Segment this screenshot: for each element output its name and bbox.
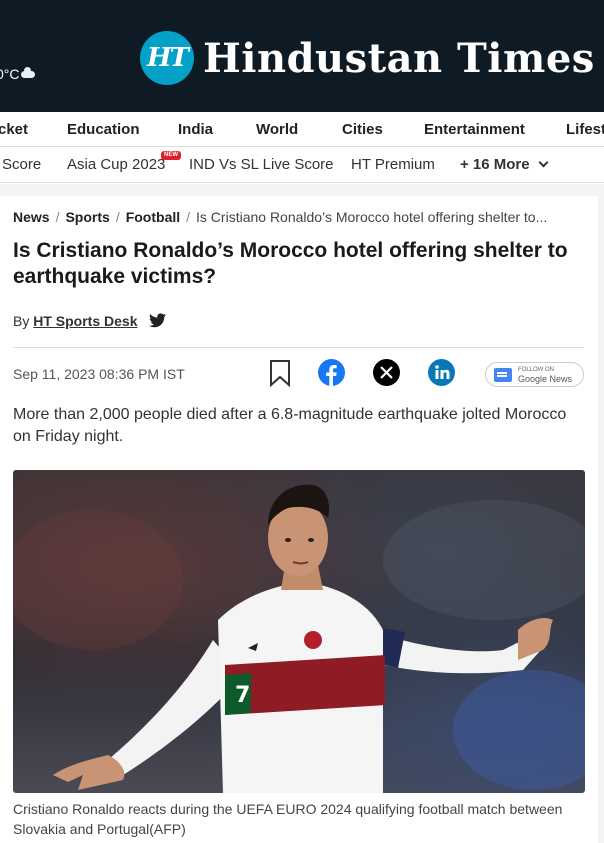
divider	[13, 347, 584, 348]
chevron-down-icon	[538, 157, 549, 168]
author-link[interactable]: HT Sports Desk	[33, 313, 137, 329]
player-illustration: 7	[13, 484, 585, 793]
site-header: 0°C HT Hindustan Times	[0, 0, 604, 112]
primary-nav: cket Education India World Cities Entert…	[0, 112, 604, 147]
new-badge: NEW	[161, 151, 181, 160]
publish-date: Sep 11, 2023 08:36 PM IST	[13, 366, 185, 382]
breadcrumb-separator: /	[115, 209, 120, 225]
nav-item-world[interactable]: World	[256, 121, 298, 138]
article-photo[interactable]: 7	[13, 470, 585, 793]
breadcrumb-separator: /	[55, 209, 60, 225]
linkedin-icon[interactable]	[428, 359, 455, 390]
twitter-icon[interactable]	[149, 313, 167, 331]
breadcrumb-news[interactable]: News	[13, 209, 50, 225]
article-summary: More than 2,000 people died after a 6.8-…	[13, 406, 567, 445]
nav-item-india[interactable]: India	[178, 121, 213, 138]
cloud-icon	[20, 67, 35, 78]
nav-item-live-score[interactable]: Score	[2, 156, 41, 173]
nav-item-cities[interactable]: Cities	[342, 121, 383, 138]
google-news-label: Google News	[518, 373, 573, 384]
breadcrumb-current: Is Cristiano Ronaldo’s Morocco hotel off…	[196, 209, 548, 225]
bookmark-icon[interactable]	[269, 359, 291, 391]
photo-caption: Cristiano Ronaldo reacts during the UEFA…	[13, 801, 563, 837]
nav-item-cricket[interactable]: cket	[0, 121, 28, 138]
breadcrumb-football[interactable]: Football	[126, 209, 180, 225]
nav-item-asia-cup[interactable]: Asia Cup 2023	[67, 156, 165, 173]
nav-item-entertainment[interactable]: Entertainment	[424, 121, 525, 138]
logo-mark: HT	[140, 31, 194, 85]
google-news-follow-button[interactable]: FOLLOW ON Google News	[485, 362, 584, 387]
secondary-nav: Score Asia Cup 2023 NEW IND Vs SL Live S…	[0, 147, 604, 183]
article-headline: Is Cristiano Ronaldo’s Morocco hotel off…	[13, 239, 568, 288]
nav-item-ind-vs-sl[interactable]: IND Vs SL Live Score	[189, 156, 334, 173]
site-logo[interactable]: HT Hindustan Times	[140, 31, 595, 85]
weather-temperature: 0°C	[0, 66, 20, 82]
breadcrumb-sports[interactable]: Sports	[65, 209, 109, 225]
nav-item-education[interactable]: Education	[67, 121, 140, 138]
breadcrumb: News / Sports / Football / Is Cristiano Ronald…	[13, 209, 593, 225]
byline: By HT Sports Desk	[13, 313, 167, 331]
nav-item-lifestyle[interactable]: Lifest	[566, 121, 604, 138]
breadcrumb-separator: /	[186, 209, 191, 225]
more-menu-button[interactable]: + 16 More	[460, 156, 549, 173]
x-icon[interactable]	[373, 359, 400, 390]
google-news-icon	[494, 367, 512, 382]
logo-wordmark: Hindustan Times	[203, 34, 595, 82]
facebook-icon[interactable]	[318, 359, 345, 390]
svg-text:7: 7	[235, 683, 250, 708]
byline-prefix: By	[13, 313, 30, 329]
weather-widget[interactable]: 0°C	[0, 66, 35, 82]
nav-item-ht-premium[interactable]: HT Premium	[351, 156, 435, 173]
more-label: + 16 More	[460, 156, 530, 173]
